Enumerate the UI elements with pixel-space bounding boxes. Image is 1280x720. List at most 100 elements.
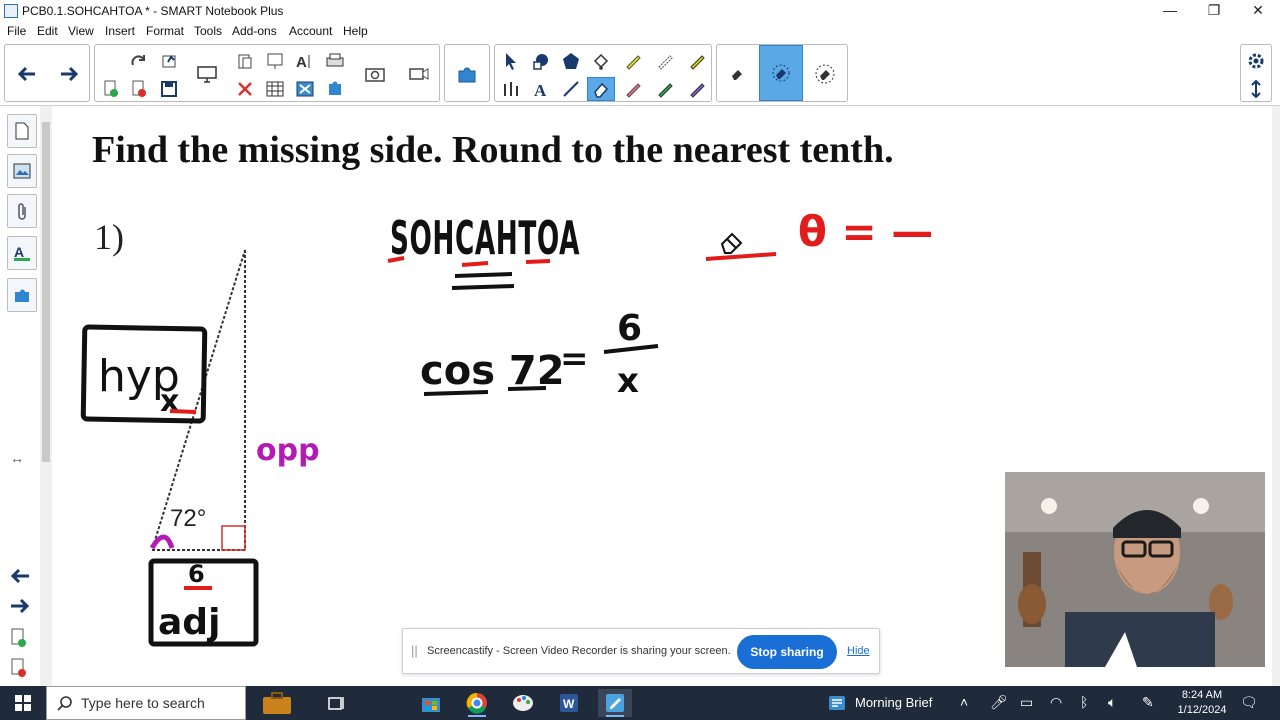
- eraser-medium-option[interactable]: [759, 45, 803, 101]
- magic-pen-tool[interactable]: [651, 49, 679, 73]
- shapes-tool[interactable]: [527, 49, 555, 73]
- print-button[interactable]: [321, 49, 349, 73]
- display-screen-button[interactable]: [261, 49, 289, 73]
- chrome-icon: [466, 692, 487, 714]
- line-tool[interactable]: [557, 77, 585, 101]
- select-tool[interactable]: [497, 49, 525, 73]
- stop-sharing-button[interactable]: Stop sharing: [737, 635, 837, 669]
- volume-icon[interactable]: 🔈︎: [1108, 694, 1116, 711]
- eraser-size-group: [716, 44, 848, 102]
- news-icon[interactable]: [828, 695, 846, 716]
- bluetooth-icon[interactable]: ᛒ: [1080, 694, 1088, 710]
- arrow-left-icon: [17, 66, 35, 82]
- puzzle-small-icon: [329, 81, 341, 95]
- maximize-button[interactable]: ❐: [1192, 0, 1236, 22]
- delete-button[interactable]: [231, 77, 259, 101]
- menu-view[interactable]: View: [68, 24, 94, 38]
- taskbar-briefcase-app[interactable]: [260, 689, 294, 717]
- task-view-button[interactable]: [320, 689, 354, 717]
- eraser-icon: [594, 82, 609, 98]
- news-widget-label[interactable]: Morning Brief: [855, 695, 932, 710]
- drag-handle-icon[interactable]: ||: [411, 643, 418, 658]
- taskbar-smart-notebook-app[interactable]: [598, 689, 632, 717]
- screen-capture-button[interactable]: [361, 62, 389, 86]
- printer-icon: [326, 53, 344, 67]
- camera-icon: [365, 68, 385, 82]
- move-toolbar-button[interactable]: [1242, 77, 1270, 101]
- previous-page-button[interactable]: [13, 62, 41, 86]
- taskbar-search-box[interactable]: Type here to search: [46, 686, 246, 720]
- clock-date: 1/12/2024: [1177, 704, 1227, 716]
- red-dash-ink: [705, 252, 777, 261]
- text-icon: A: [534, 81, 547, 98]
- calligraphic-pen-tool[interactable]: [619, 77, 647, 101]
- menu-tools[interactable]: Tools: [194, 24, 222, 38]
- taskbar-chrome-app[interactable]: [460, 689, 494, 717]
- pen-yellow-tool[interactable]: [683, 49, 711, 73]
- video-button[interactable]: [405, 62, 433, 86]
- clock[interactable]: 8:24 AM 1/12/2024: [1172, 688, 1232, 718]
- add-ons-button[interactable]: [321, 77, 349, 101]
- paint-palette-icon: [513, 695, 533, 711]
- line-icon: [563, 81, 579, 97]
- pen-purple-tool[interactable]: [683, 77, 711, 101]
- fill-tool[interactable]: [587, 49, 615, 73]
- menu-insert[interactable]: Insert: [105, 24, 135, 38]
- menu-help[interactable]: Help: [343, 24, 368, 38]
- taskbar: Type here to search W Morning Brief ˄ 🎤︎…: [0, 686, 1280, 720]
- menu-account[interactable]: Account: [289, 24, 332, 38]
- menu-edit[interactable]: Edit: [37, 24, 58, 38]
- text-tool[interactable]: A: [527, 77, 555, 101]
- purple-pen-icon: [690, 83, 705, 98]
- notifications-icon[interactable]: 🗨︎: [1240, 694, 1258, 711]
- polygon-tool[interactable]: [557, 49, 585, 73]
- menu-add-ons[interactable]: Add-ons: [232, 24, 277, 38]
- menu-file[interactable]: File: [7, 24, 26, 38]
- search-placeholder: Type here to search: [81, 695, 205, 711]
- gear-icon: [1248, 53, 1264, 69]
- clock-time: 8:24 AM: [1181, 689, 1223, 701]
- close-button[interactable]: ✕: [1236, 0, 1280, 22]
- smart-notebook-icon: [606, 694, 624, 712]
- taskbar-store-app[interactable]: [414, 689, 448, 717]
- minimize-button[interactable]: —: [1148, 0, 1192, 22]
- fit-screen-button[interactable]: [291, 77, 319, 101]
- canvas-scrollbar[interactable]: [1272, 106, 1280, 686]
- eraser-small-option[interactable]: [723, 62, 751, 86]
- svg-text:W: W: [563, 697, 575, 711]
- smart-notebook-app-icon: [4, 4, 18, 18]
- battery-icon[interactable]: ▭: [1020, 694, 1033, 711]
- highlighter-tool[interactable]: [619, 49, 647, 73]
- microphone-icon[interactable]: 🎤︎: [990, 694, 1008, 711]
- save-button[interactable]: [155, 77, 183, 101]
- pen-green-tool[interactable]: [651, 77, 679, 101]
- taskbar-paint-app[interactable]: [506, 689, 540, 717]
- eraser-small-icon: [732, 70, 742, 80]
- delete-page-button[interactable]: [125, 77, 153, 101]
- delete-page-icon: [132, 80, 146, 97]
- eraser-tool[interactable]: [587, 77, 615, 101]
- insert-table-button[interactable]: [261, 77, 289, 101]
- screen-display-button[interactable]: [193, 62, 221, 86]
- start-button[interactable]: [0, 686, 46, 720]
- theta-ink: θ = —: [798, 207, 933, 256]
- pen-workspace-icon[interactable]: ✎: [1142, 694, 1154, 711]
- denominator-ink: x: [617, 361, 639, 401]
- show-hidden-icons-button[interactable]: ˄: [960, 694, 968, 710]
- eraser-large-option[interactable]: [811, 62, 839, 86]
- text-format-button[interactable]: A: [291, 49, 319, 73]
- menu-format[interactable]: Format: [146, 24, 184, 38]
- next-page-button[interactable]: [55, 62, 83, 86]
- smart-add-ons-button[interactable]: [453, 62, 481, 86]
- settings-button[interactable]: [1242, 49, 1270, 73]
- hide-link[interactable]: Hide: [847, 645, 870, 657]
- redo-button[interactable]: [125, 49, 153, 73]
- paste-button[interactable]: [231, 49, 259, 73]
- wifi-icon[interactable]: ◠: [1050, 694, 1062, 711]
- open-file-button[interactable]: [155, 49, 183, 73]
- delete-x-icon: [238, 82, 252, 96]
- measure-tool[interactable]: [497, 77, 525, 101]
- webcam-video-feed: [1005, 472, 1265, 667]
- add-page-button[interactable]: [97, 77, 125, 101]
- taskbar-word-app[interactable]: W: [552, 689, 586, 717]
